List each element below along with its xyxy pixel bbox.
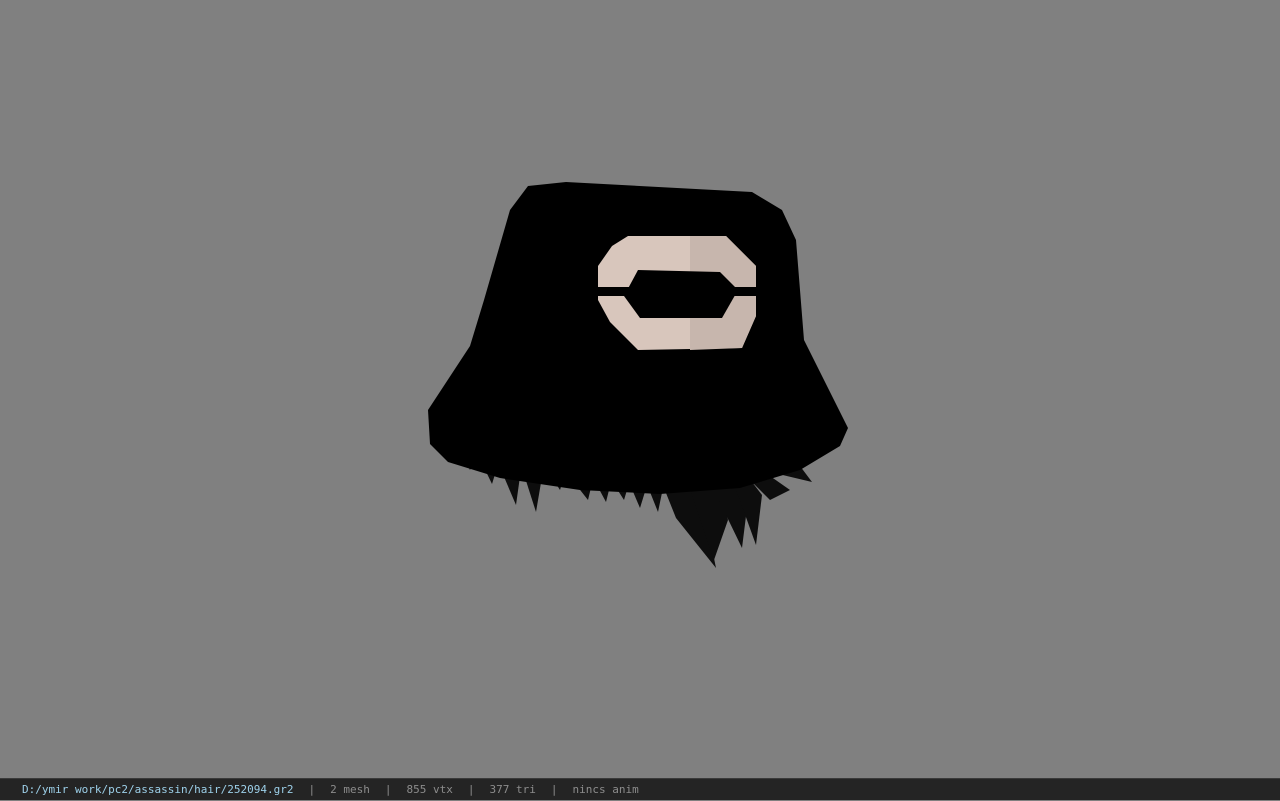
- status-bar: D:/ymir work/pc2/assassin/hair/252094.gr…: [0, 778, 1280, 800]
- separator: |: [384, 783, 392, 796]
- mesh-count: 2 mesh: [330, 783, 370, 796]
- vertex-count: 855 vtx: [406, 783, 453, 796]
- separator: |: [550, 783, 558, 796]
- separator: |: [308, 783, 316, 796]
- animation-status: nincs anim: [572, 783, 639, 796]
- triangle-count: 377 tri: [489, 783, 536, 796]
- file-path: D:/ymir work/pc2/assassin/hair/252094.gr…: [22, 783, 294, 796]
- 3d-viewport[interactable]: [0, 0, 1280, 778]
- separator: |: [467, 783, 475, 796]
- model-render: [428, 182, 848, 568]
